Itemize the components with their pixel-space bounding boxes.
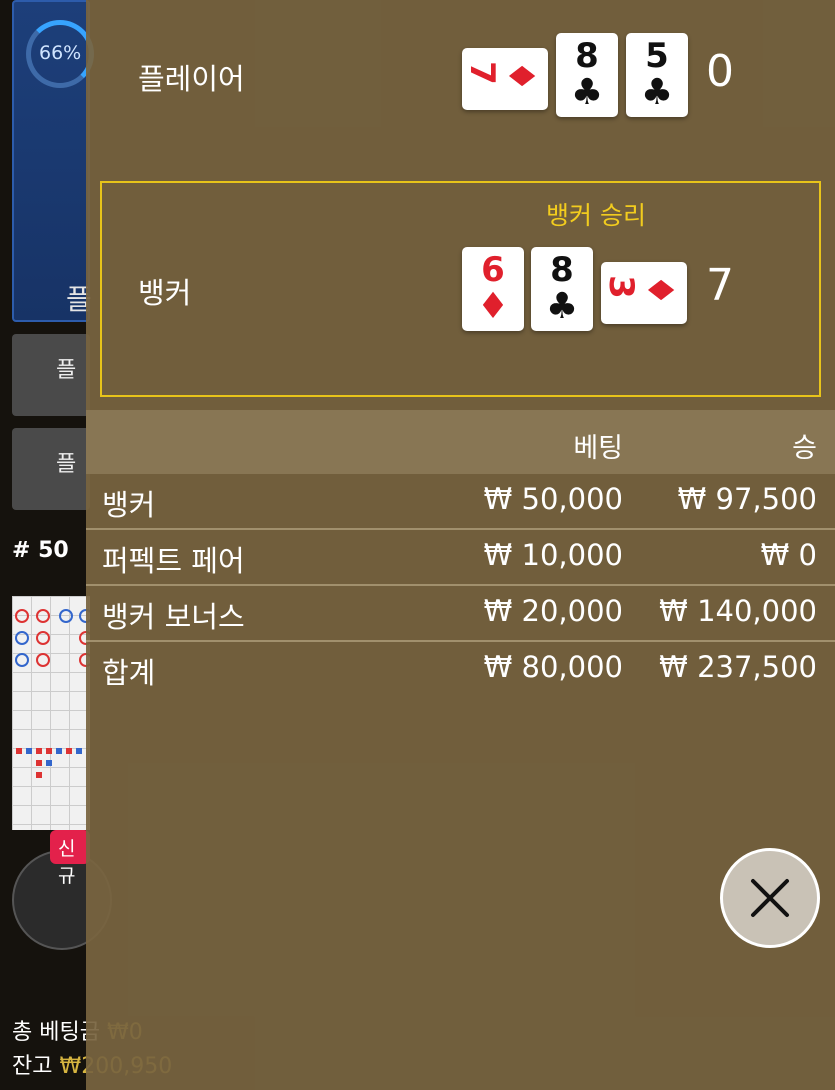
round-number: # 50 [12, 538, 69, 563]
win-amount: ₩ 140,000 [659, 594, 817, 628]
banker-card-2: 8 ♣ [531, 247, 593, 331]
banker-card-1-rank: 6 [481, 250, 505, 290]
banker-card-1: 6 ♦ [462, 247, 524, 331]
total-name: 합계 [102, 656, 156, 690]
diamond-icon: ♦ [638, 273, 680, 307]
win-amount: ₩ 0 [760, 538, 817, 572]
bet-amount: ₩ 20,000 [483, 594, 623, 628]
banker-hand-row: 뱅커 6 ♦ 8 ♣ 3 ♦ 7 [86, 0, 835, 400]
total-bet: ₩ 80,000 [483, 650, 623, 684]
close-icon [751, 879, 789, 917]
diamond-icon: ♦ [476, 286, 510, 327]
background-player-pair-button: 플 [12, 428, 90, 510]
bet-name: 퍼펙트 페어 [102, 544, 245, 578]
balance-label: 잔고 [12, 1054, 53, 1079]
banker-card-3: 3 ♦ [601, 262, 687, 324]
header-bet: 베팅 [573, 433, 623, 464]
banker-score: 7 [706, 260, 734, 311]
bet-amount: ₩ 10,000 [483, 538, 623, 572]
background-player-bonus-button: 플 [12, 334, 90, 416]
road-map-marks [15, 609, 93, 778]
club-icon: ♣ [545, 286, 579, 327]
table-total-row: 합계 ₩ 80,000 ₩ 237,500 [86, 642, 835, 698]
banker-card-3-rank: 3 [600, 275, 641, 299]
round-result-overlay: 플레이어 7 ♦ 8 ♣ 5 ♣ 0 뱅커 승리 뱅커 6 ♦ 8 ♣ 3 ♦ … [86, 0, 835, 1090]
new-badge: 신규 [50, 830, 90, 887]
road-map [12, 596, 93, 830]
timer-progress-text: 66% [39, 42, 82, 64]
header-win: 승 [792, 433, 817, 464]
banker-label: 뱅커 [138, 276, 192, 310]
close-button[interactable] [720, 848, 820, 948]
table-row: 퍼펙트 페어 ₩ 10,000 ₩ 0 [86, 530, 835, 586]
bet-name: 뱅커 보너스 [102, 600, 245, 634]
banker-card-2-rank: 8 [550, 250, 574, 290]
table-row: 뱅커 ₩ 50,000 ₩ 97,500 [86, 474, 835, 530]
bet-name: 뱅커 [102, 488, 156, 522]
bet-amount: ₩ 50,000 [483, 482, 623, 516]
total-win: ₩ 237,500 [659, 650, 817, 684]
table-row: 뱅커 보너스 ₩ 20,000 ₩ 140,000 [86, 586, 835, 642]
bet-table-header: 베팅 승 [86, 410, 835, 474]
win-amount: ₩ 97,500 [677, 482, 817, 516]
